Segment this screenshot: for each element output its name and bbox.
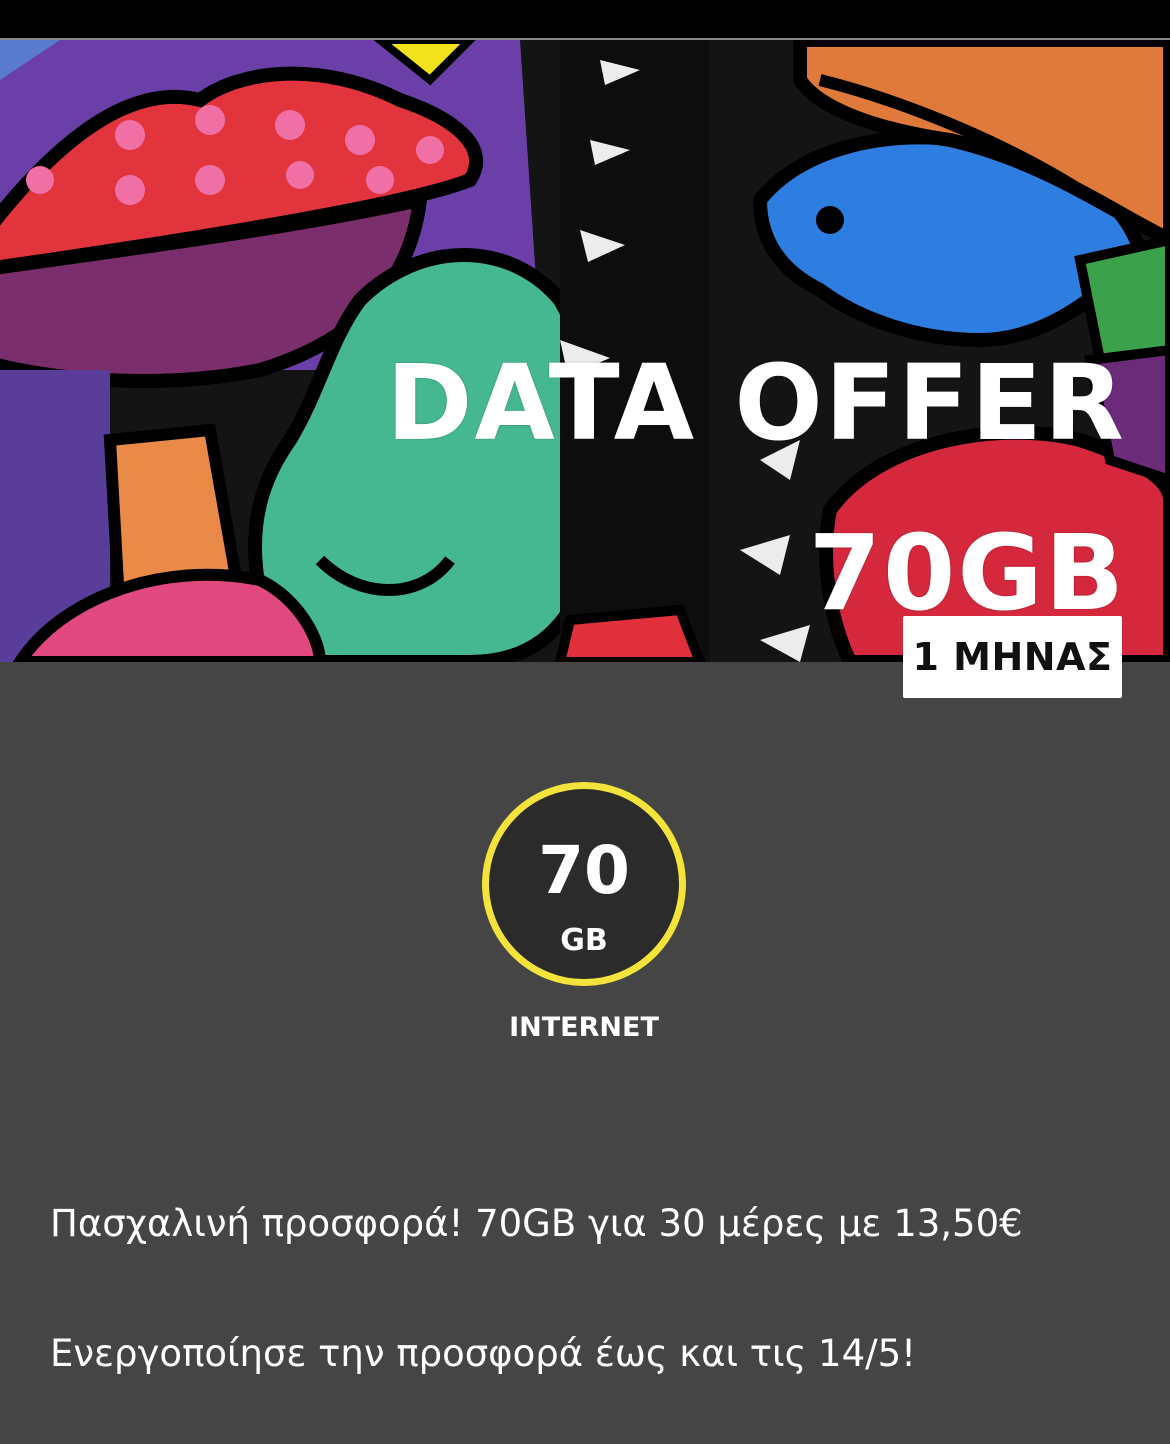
data-amount: 70 — [538, 832, 630, 909]
data-type-label: INTERNET — [509, 1012, 659, 1043]
offer-deadline: Ενεργοποίησε την προσφορά έως και τις 14… — [50, 1332, 916, 1375]
data-allowance-ring: 70 GB — [482, 782, 686, 986]
data-unit: GB — [560, 923, 608, 958]
offer-banner: DATA OFFER 70GB — [0, 40, 1170, 662]
offer-description: Πασχαλινή προσφορά! 70GB για 30 μέρες με… — [50, 1202, 1023, 1245]
offer-title: DATA OFFER 70GB — [386, 318, 1126, 658]
duration-badge: 1 ΜΗΝΑΣ — [903, 616, 1122, 698]
offer-title-line-1: DATA OFFER — [386, 342, 1126, 464]
top-bar — [0, 0, 1170, 38]
